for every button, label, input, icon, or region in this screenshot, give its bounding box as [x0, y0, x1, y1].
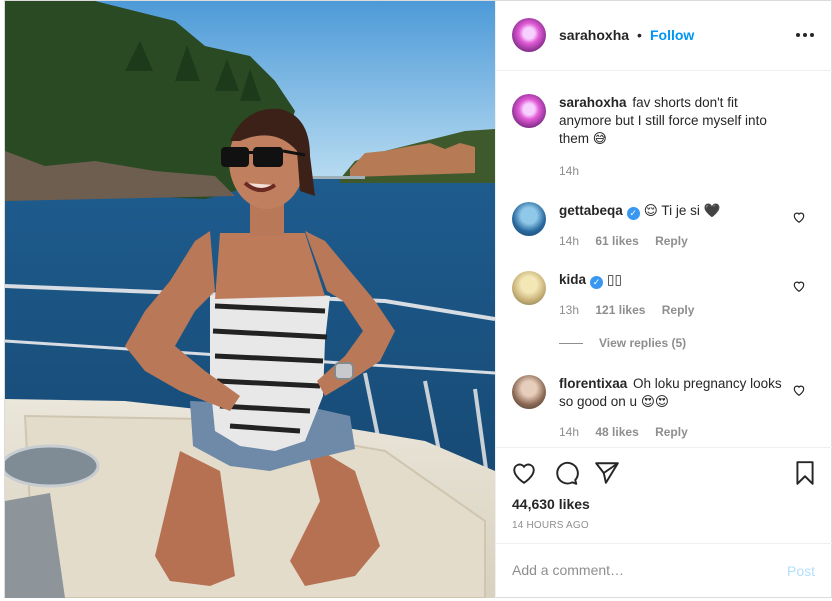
- comment-text: gettabeqa ✓ 😌 Ti je si 🖤: [559, 202, 784, 220]
- heart-icon[interactable]: [511, 460, 537, 486]
- separator-dot: •: [637, 27, 642, 43]
- reply-button[interactable]: Reply: [662, 303, 695, 317]
- comment-heart-icon[interactable]: [792, 383, 806, 397]
- commenter-avatar[interactable]: [512, 202, 546, 236]
- comment-username[interactable]: kida: [559, 272, 586, 287]
- comment-icon[interactable]: [553, 460, 579, 486]
- post-sidebar: sarahoxha • Follow sarahoxha fav shorts …: [495, 1, 832, 598]
- follow-button[interactable]: Follow: [650, 27, 694, 43]
- verified-badge-icon: ✓: [626, 207, 640, 220]
- post-header: sarahoxha • Follow: [496, 1, 832, 71]
- comment-heart-icon[interactable]: [792, 210, 806, 224]
- caption-text: sarahoxha fav shorts don't fit anymore b…: [559, 94, 784, 148]
- view-replies-button[interactable]: View replies (5): [559, 336, 686, 350]
- caption-meta: 14h: [559, 164, 592, 178]
- instagram-post: sarahoxha • Follow sarahoxha fav shorts …: [4, 0, 832, 598]
- share-icon[interactable]: [594, 460, 620, 486]
- reply-button[interactable]: Reply: [655, 234, 688, 248]
- owner-avatar[interactable]: [512, 18, 546, 52]
- caption-avatar[interactable]: [512, 94, 546, 128]
- comment-meta: 14h 48 likes Reply: [559, 425, 701, 439]
- reply-button[interactable]: Reply: [655, 425, 688, 439]
- comment-likes[interactable]: 61 likes: [595, 234, 638, 248]
- comment-time[interactable]: 14h: [559, 234, 579, 248]
- comment-time[interactable]: 13h: [559, 303, 579, 317]
- post-photo-illustration: [5, 1, 495, 598]
- comment-item: kida ✓ ▯▯ 13h 121 likes Reply: [512, 271, 818, 326]
- comment-heart-icon[interactable]: [792, 279, 806, 293]
- comment-time[interactable]: 14h: [559, 425, 579, 439]
- replies-divider: [559, 343, 583, 345]
- comment-body: ▯▯: [607, 272, 622, 287]
- caption-time[interactable]: 14h: [559, 164, 579, 178]
- post-actions: 44,630 likes 14 HOURS AGO: [496, 447, 832, 542]
- comment-likes[interactable]: 48 likes: [595, 425, 638, 439]
- commenter-avatar[interactable]: [512, 271, 546, 305]
- verified-badge-icon: ✓: [590, 276, 604, 289]
- comment-username[interactable]: florentixaa: [559, 376, 627, 391]
- comment-input[interactable]: [512, 562, 762, 578]
- more-options-icon[interactable]: [794, 25, 816, 45]
- caption: sarahoxha fav shorts don't fit anymore b…: [512, 94, 818, 184]
- commenter-avatar[interactable]: [512, 375, 546, 409]
- post-photo[interactable]: [5, 1, 495, 598]
- comment-username[interactable]: gettabeqa: [559, 203, 623, 218]
- comment-likes[interactable]: 121 likes: [595, 303, 645, 317]
- comment-meta: 14h 61 likes Reply: [559, 234, 701, 248]
- comments-section[interactable]: sarahoxha fav shorts don't fit anymore b…: [496, 72, 832, 446]
- comment-meta: 13h 121 likes Reply: [559, 303, 707, 317]
- comment-text: kida ✓ ▯▯: [559, 271, 784, 289]
- owner-username[interactable]: sarahoxha: [559, 27, 629, 43]
- add-comment-bar: Post: [496, 543, 832, 598]
- comment-item: gettabeqa ✓ 😌 Ti je si 🖤 14h 61 likes Repl…: [512, 202, 818, 257]
- comment-text: florentixaa Oh loku pregnancy looks so g…: [559, 375, 784, 411]
- comment-item: florentixaa Oh loku pregnancy looks so g…: [512, 375, 818, 445]
- comment-body: 😌 Ti je si 🖤: [643, 203, 721, 218]
- likes-count[interactable]: 44,630 likes: [512, 496, 590, 512]
- bookmark-icon[interactable]: [792, 460, 818, 486]
- view-replies-label: View replies (5): [599, 336, 687, 350]
- post-timestamp[interactable]: 14 HOURS AGO: [512, 520, 589, 531]
- post-comment-button[interactable]: Post: [787, 563, 815, 579]
- caption-username[interactable]: sarahoxha: [559, 95, 627, 110]
